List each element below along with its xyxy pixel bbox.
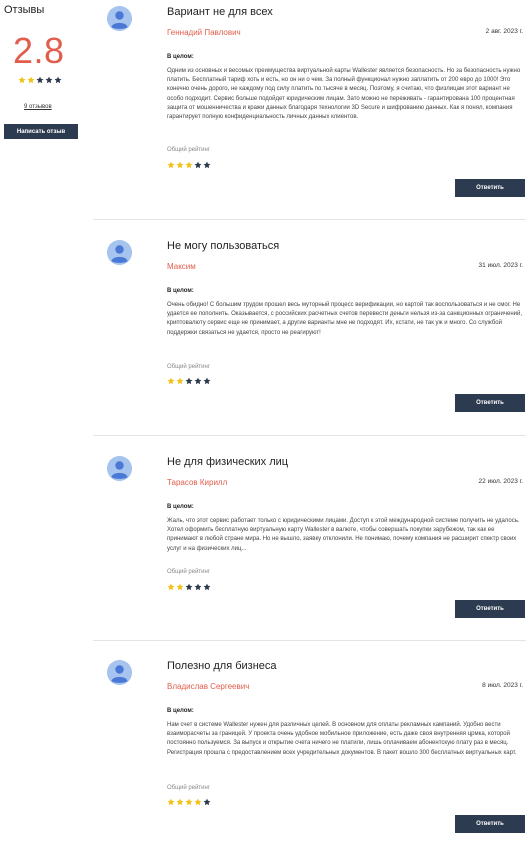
review-date: 22 июл. 2023 г.: [478, 478, 523, 485]
review-card: Полезно для бизнеса Владислав Сергеевич …: [93, 660, 525, 835]
star-filled-icon: [176, 583, 184, 591]
review-text: Одним из основных и весомых преимущества…: [167, 68, 521, 121]
in-general-label: В целом:: [167, 288, 194, 294]
star-empty-icon: [194, 377, 202, 385]
rating-label: Общий рейтинг: [167, 785, 211, 791]
star-empty-icon: [203, 161, 211, 169]
reviews-count-link[interactable]: 9 отзывов: [24, 104, 52, 110]
review-author[interactable]: Тарасов Кирилл: [167, 478, 227, 487]
in-general-label: В целом:: [167, 708, 194, 714]
review-text: Нам счет в системе Wallester нужен для р…: [167, 722, 517, 756]
reply-button[interactable]: Ответить: [455, 600, 525, 618]
review-title: Не для физических лиц: [167, 456, 289, 468]
sidebar-title: Отзывы: [4, 4, 45, 16]
star-empty-icon: [194, 161, 202, 169]
review-text: Очень обидно! С большим трудом прошел ве…: [167, 302, 522, 336]
star-filled-icon: [185, 798, 193, 806]
review-author[interactable]: Владислав Сергеевич: [167, 682, 249, 691]
review-divider: [93, 219, 526, 220]
rating-label: Общий рейтинг: [167, 147, 211, 153]
review-stars: [167, 161, 211, 169]
star-filled-icon: [176, 798, 184, 806]
review-date: 31 июл. 2023 г.: [478, 262, 523, 269]
review-title: Не могу пользоваться: [167, 240, 280, 252]
review-card: Вариант не для всех Геннадий Павлович 2 …: [93, 6, 525, 199]
overall-rating: 2.8: [13, 30, 65, 71]
star-empty-icon: [36, 76, 44, 84]
review-date: 8 июл. 2023 г.: [482, 682, 523, 689]
star-filled-icon: [167, 798, 175, 806]
star-filled-icon: [176, 377, 184, 385]
overall-stars: [18, 76, 62, 84]
review-date: 2 авг. 2023 г.: [485, 28, 523, 35]
avatar-icon: [107, 6, 132, 31]
star-empty-icon: [203, 583, 211, 591]
star-filled-icon: [167, 377, 175, 385]
write-review-button[interactable]: Написать отзыв: [4, 124, 78, 139]
reply-button[interactable]: Ответить: [455, 394, 525, 412]
review-title: Полезно для бизнеса: [167, 660, 277, 672]
star-empty-icon: [54, 76, 62, 84]
star-filled-icon: [18, 76, 26, 84]
review-divider: [93, 640, 526, 641]
review-stars: [167, 798, 211, 806]
review-text: Жаль, что этот сервис работает только с …: [167, 518, 520, 552]
rating-label: Общий рейтинг: [167, 364, 211, 370]
star-empty-icon: [185, 377, 193, 385]
star-filled-icon: [176, 161, 184, 169]
star-empty-icon: [45, 76, 53, 84]
review-divider: [93, 435, 526, 436]
in-general-label: В целом:: [167, 54, 194, 60]
star-filled-icon: [167, 583, 175, 591]
reply-button[interactable]: Ответить: [455, 815, 525, 833]
review-title: Вариант не для всех: [167, 6, 273, 18]
star-empty-icon: [194, 583, 202, 591]
review-author[interactable]: Максим: [167, 262, 196, 271]
avatar-icon: [107, 660, 132, 685]
reply-button[interactable]: Ответить: [455, 179, 525, 197]
review-author[interactable]: Геннадий Павлович: [167, 28, 241, 37]
review-card: Не для физических лиц Тарасов Кирилл 22 …: [93, 456, 525, 620]
review-stars: [167, 377, 211, 385]
star-empty-icon: [185, 583, 193, 591]
avatar-icon: [107, 456, 132, 481]
review-card: Не могу пользоваться Максим 31 июл. 2023…: [93, 240, 525, 414]
rating-label: Общий рейтинг: [167, 569, 211, 575]
review-stars: [167, 583, 211, 591]
star-empty-icon: [203, 798, 211, 806]
star-filled-icon: [27, 76, 35, 84]
star-filled-icon: [185, 161, 193, 169]
star-filled-icon: [194, 798, 202, 806]
avatar-icon: [107, 240, 132, 265]
in-general-label: В целом:: [167, 504, 194, 510]
star-filled-icon: [167, 161, 175, 169]
star-empty-icon: [203, 377, 211, 385]
